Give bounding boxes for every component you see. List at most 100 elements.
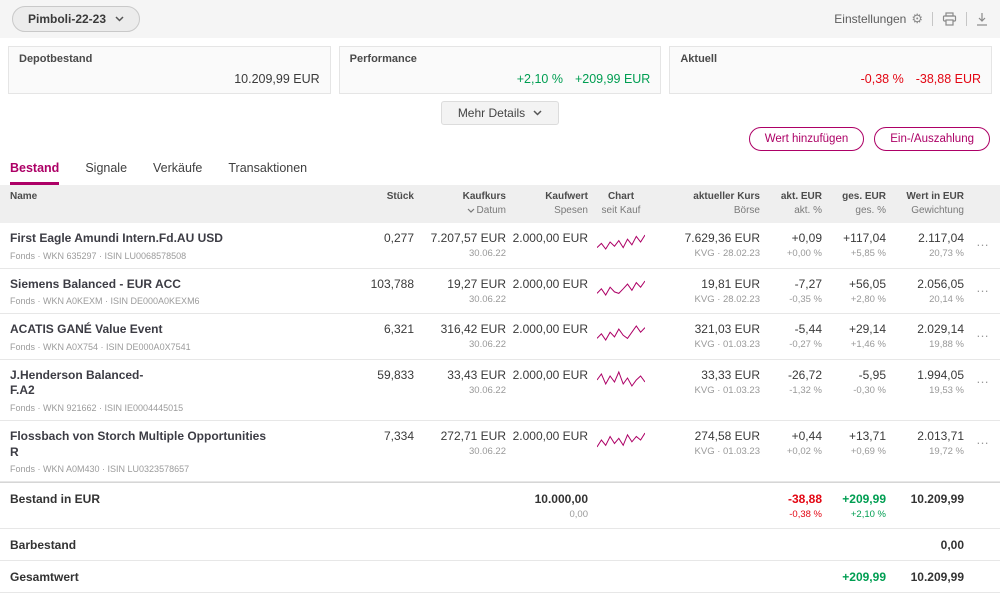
chart-cell[interactable]: [588, 368, 654, 388]
ges-cell: +13,71 +0,69 %: [822, 429, 886, 457]
gewichtung-value: 19,88 %: [929, 339, 964, 351]
tab-signale[interactable]: Signale: [85, 161, 127, 185]
barbestand-label: Barbestand: [10, 538, 77, 553]
total-wert-value: 10.209,99: [910, 492, 964, 507]
depotbestand-value: 10.209,99 EUR: [234, 72, 320, 86]
tab-transaktionen[interactable]: Transaktionen: [228, 161, 307, 185]
akt-pct-value: +0,00 %: [786, 248, 822, 259]
performance-value: +209,99 EUR: [574, 72, 651, 86]
chevron-down-icon: [115, 16, 124, 22]
wert-value: 1.994,05: [917, 367, 964, 382]
fund-sub: Fonds · WKN A0KEXM · ISIN DE000A0KEXM6: [10, 296, 200, 307]
gesamtwert-value: 10.209,99: [910, 570, 964, 585]
fund-name[interactable]: Siemens Balanced - EUR ACC: [10, 277, 350, 293]
stueck-cell: 59,833: [350, 368, 414, 382]
chart-cell[interactable]: [588, 277, 654, 297]
depot-selector[interactable]: Pimboli-22-23: [12, 6, 141, 32]
akt-pct-value: -1,32 %: [789, 384, 822, 396]
header-kurs-line2: Börse: [733, 205, 760, 216]
header-wert-line2: Gewichtung: [911, 205, 964, 216]
ellipsis-icon: …: [976, 234, 990, 249]
fund-name[interactable]: Flossbach von Storch Multiple Opportunit…: [10, 429, 350, 445]
kaufdatum-value: 30.06.22: [469, 384, 506, 396]
table-row: Siemens Balanced - EUR ACC Fonds · WKN A…: [0, 269, 1000, 315]
card-performance: Performance +2,10 % +209,99 EUR: [338, 46, 662, 94]
kaufdatum-value: 30.06.22: [469, 248, 506, 259]
tab-verkaeufe[interactable]: Verkäufe: [153, 161, 202, 185]
row-menu-button[interactable]: …: [964, 277, 990, 294]
depot-name: Pimboli-22-23: [28, 12, 107, 26]
chart-cell[interactable]: [588, 322, 654, 342]
deposit-withdraw-button[interactable]: Ein-/Auszahlung: [874, 127, 990, 151]
sparkline-chart: [597, 234, 645, 250]
ges-cell: +29,14 +1,46 %: [822, 322, 886, 350]
chart-cell[interactable]: [588, 429, 654, 449]
tab-bar: Bestand Signale Verkäufe Transaktionen: [0, 151, 1000, 185]
total-kaufwert-value: 10.000,00: [534, 492, 588, 507]
akt-cell: -26,72 -1,32 %: [760, 368, 822, 396]
header-akt: akt. EUR akt. %: [760, 191, 822, 216]
kurs-value: 19,81 EUR: [701, 276, 760, 291]
kurs-value: 7.629,36 EUR: [684, 231, 760, 245]
kaufwert-cell: 2.000,00 EUR: [506, 368, 588, 382]
total-akt-value: -38,88: [787, 492, 822, 507]
settings-link[interactable]: Einstellungen ⚙: [834, 11, 923, 27]
kaufkurs-value: 316,42 EUR: [440, 322, 506, 337]
fund-name[interactable]: ACATIS GANÉ Value Event: [10, 322, 350, 338]
ellipsis-icon: …: [976, 279, 990, 295]
fund-name[interactable]: First Eagle Amundi Intern.Fd.AU USD: [10, 231, 350, 247]
akt-eur-value: -7,27: [794, 276, 822, 291]
wert-value: 2.117,04: [918, 231, 964, 245]
kurs-cell: 274,58 EUR KVG · 01.03.23: [654, 429, 760, 457]
download-icon: [977, 13, 987, 26]
row-menu-button[interactable]: …: [964, 231, 990, 248]
print-button[interactable]: [942, 12, 957, 26]
row-menu-button[interactable]: …: [964, 368, 990, 385]
header-wert-line1: Wert in EUR: [906, 191, 964, 202]
wert-value: 2.013,71: [917, 428, 964, 443]
topbar: Pimboli-22-23 Einstellungen ⚙: [0, 0, 1000, 38]
gesamtwert-ges-value: +209,99: [842, 570, 886, 585]
fund-name-line2[interactable]: F.A2: [10, 383, 350, 399]
fund-name-line2[interactable]: R: [10, 445, 350, 461]
summary-cards: Depotbestand 10.209,99 EUR Performance +…: [0, 38, 1000, 100]
ges-eur-value: -5,95: [858, 367, 886, 382]
aktuell-value: -38,88 EUR: [915, 72, 982, 86]
download-button[interactable]: [976, 12, 988, 26]
stueck-value: 59,833: [377, 367, 414, 382]
kaufkurs-cell: 272,71 EUR 30.06.22: [414, 429, 506, 457]
akt-eur-value: -5,44: [794, 322, 822, 337]
stueck-cell: 0,277: [350, 231, 414, 245]
kurs-value: 321,03 EUR: [694, 322, 760, 337]
divider: [966, 12, 967, 26]
akt-pct-value: +0,02 %: [786, 445, 822, 457]
kaufwert-value: 2.000,00 EUR: [512, 428, 588, 443]
table-row: First Eagle Amundi Intern.Fd.AU USD Fond…: [0, 223, 1000, 269]
add-value-button[interactable]: Wert hinzufügen: [748, 127, 865, 151]
sort-datum[interactable]: Datum: [414, 205, 506, 216]
ges-eur-value: +13,71: [848, 428, 886, 443]
more-details-button[interactable]: Mehr Details: [440, 101, 560, 125]
name-cell: First Eagle Amundi Intern.Fd.AU USD Fond…: [10, 231, 350, 261]
fund-name[interactable]: J.Henderson Balanced-: [10, 368, 350, 384]
name-cell: ACATIS GANÉ Value Event Fonds · WKN A0X7…: [10, 322, 350, 352]
barbestand-wert-cell: 0,00: [886, 538, 964, 552]
header-akt-line2: akt. %: [794, 205, 822, 216]
card-depotbestand: Depotbestand 10.209,99 EUR: [8, 46, 331, 94]
header-kaufwert-line1: Kaufwert: [545, 191, 588, 202]
chart-cell[interactable]: [588, 231, 654, 251]
kaufkurs-value: 33,43 EUR: [447, 367, 506, 382]
ges-pct-value: +5,85 %: [850, 248, 886, 259]
row-menu-button[interactable]: …: [964, 322, 990, 339]
ellipsis-icon: …: [976, 431, 990, 447]
gewichtung-value: 19,53 %: [929, 384, 964, 396]
kaufkurs-value: 19,27 EUR: [447, 276, 506, 291]
tab-bestand[interactable]: Bestand: [10, 161, 60, 185]
ges-pct-value: +1,46 %: [850, 339, 886, 351]
kurs-cell: 321,03 EUR KVG · 01.03.23: [654, 322, 760, 350]
ges-eur-value: +117,04: [843, 231, 886, 245]
row-menu-button[interactable]: …: [964, 429, 990, 446]
ges-pct-value: +0,69 %: [850, 445, 886, 457]
gesamtwert-wert-cell: 10.209,99: [886, 570, 964, 584]
gesamtwert-ges-cell: +209,99: [822, 570, 886, 584]
